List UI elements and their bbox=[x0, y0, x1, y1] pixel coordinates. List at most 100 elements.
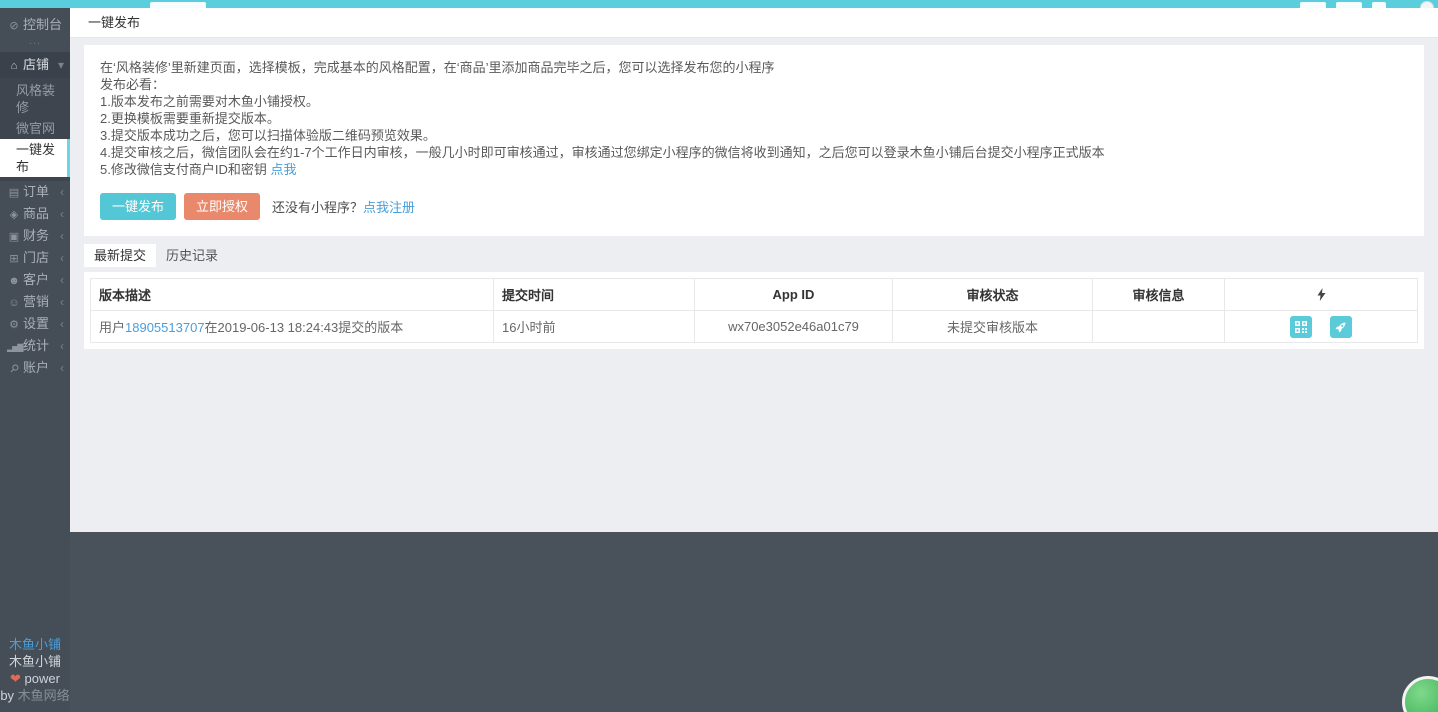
sidebar-dots: ... bbox=[28, 35, 42, 47]
breadcrumb: 一键发布 bbox=[70, 8, 1438, 38]
col-review-status: 审核状态 bbox=[892, 278, 1093, 311]
submit-time-cell: 16小时前 bbox=[493, 310, 695, 343]
sidebar-item-micro-site[interactable]: 微官网 bbox=[0, 118, 70, 139]
avatar[interactable] bbox=[1420, 1, 1434, 8]
shop-submenu: 风格装修 微官网 一键发布 bbox=[0, 78, 70, 181]
lightning-icon bbox=[1317, 288, 1325, 301]
sidebar-item-orders[interactable]: ▤ 订单 ‹ bbox=[0, 181, 70, 203]
desc-suffix: 在2019-06-13 18:24:43提交的版本 bbox=[204, 320, 404, 335]
sidebar-item-statistics[interactable]: ▂▅▇统计 ‹ bbox=[0, 335, 70, 357]
sidebar-item-label: 商品 bbox=[23, 206, 50, 221]
col-submit-time: 提交时间 bbox=[493, 278, 695, 311]
intro-text: 在‘风格装修’里新建页面，选择模板，完成基本的风格配置，在‘商品’里添加商品完毕… bbox=[100, 60, 775, 75]
sidebar-item-label: 设置 bbox=[23, 316, 50, 331]
register-link[interactable]: 点我注册 bbox=[363, 197, 415, 216]
power-text: power bbox=[24, 671, 60, 686]
modify-merchant-link[interactable]: 点我 bbox=[270, 162, 296, 177]
no-app-text: 还没有小程序？ bbox=[272, 199, 364, 215]
chevron-left-icon: ‹ bbox=[60, 185, 64, 199]
sidebar-item-label: 客户 bbox=[23, 272, 50, 287]
col-actions bbox=[1224, 278, 1418, 311]
sidebar-item-account[interactable]: ⚲ 账户 ‹ bbox=[0, 357, 70, 379]
chevron-left-icon: ‹ bbox=[60, 361, 64, 375]
tab-latest-submission[interactable]: 最新提交 bbox=[84, 244, 157, 267]
sidebar-item-customers[interactable]: ☻ 客户 ‹ bbox=[0, 269, 70, 291]
sidebar: ⊘ 控制台 ... ⌂ 店铺 ▾ 风格装修 微官网 一键发布 ▤ 订单 ‹ ◈ 商品 ‹ ▣… bbox=[0, 8, 70, 712]
basket-icon: ⌂ bbox=[10, 60, 18, 72]
sidebar-item-console[interactable]: ⊘ 控制台 bbox=[0, 14, 70, 36]
sidebar-item-label: 订单 bbox=[23, 184, 50, 199]
finance-icon: ▣ bbox=[8, 231, 20, 243]
button-row: 一键发布 立即授权 还没有小程序？ 点我注册 bbox=[100, 192, 1408, 220]
app-id-cell: wx70e3052e46a01c79 bbox=[694, 310, 893, 343]
sub-item-label: 微官网 bbox=[16, 121, 56, 136]
top-bar bbox=[0, 0, 1438, 8]
publish-info-card: 在‘风格装修’里新建页面，选择模板，完成基本的风格配置，在‘商品’里添加商品完毕… bbox=[84, 45, 1424, 236]
group-icon: ☺ bbox=[8, 297, 20, 309]
brand-text: 木鱼小铺 bbox=[8, 654, 61, 669]
sidebar-item-label: 财务 bbox=[23, 228, 50, 243]
table-row: 用户18905513707在2019-06-13 18:24:43提交的版本 1… bbox=[90, 310, 1418, 343]
col-version-desc: 版本描述 bbox=[90, 278, 494, 311]
topbar-menu-fragment[interactable] bbox=[1300, 2, 1326, 8]
sidebar-item-marketing[interactable]: ☺ 营销 ‹ bbox=[0, 291, 70, 313]
by-text: by bbox=[0, 688, 15, 703]
col-app-id: App ID bbox=[694, 278, 893, 311]
actions-cell bbox=[1224, 310, 1418, 343]
instruction-item: 3.提交版本成功之后，您可以扫描体验版二维码预览效果。 bbox=[100, 128, 436, 143]
orders-icon: ▤ bbox=[8, 187, 20, 199]
page-title: 一键发布 bbox=[88, 15, 141, 30]
notice-title: 发布必看： bbox=[100, 77, 166, 92]
sidebar-item-style-decor[interactable]: 风格装修 bbox=[0, 80, 70, 118]
sidebar-item-one-click-publish[interactable]: 一键发布 bbox=[0, 139, 70, 177]
review-status-cell: 未提交审核版本 bbox=[892, 310, 1093, 343]
chevron-left-icon: ‹ bbox=[60, 207, 64, 221]
qr-code-icon bbox=[1295, 321, 1308, 334]
heart-icon: ❤ bbox=[10, 671, 21, 686]
sidebar-item-label: 控制台 bbox=[23, 17, 63, 32]
topbar-menu-fragment[interactable] bbox=[1336, 2, 1362, 8]
chevron-down-icon: ▾ bbox=[57, 58, 64, 72]
qr-code-button[interactable] bbox=[1290, 315, 1313, 338]
topbar-star-icon[interactable] bbox=[1372, 2, 1386, 8]
sidebar-item-shop[interactable]: ⌂ 店铺 ▾ bbox=[0, 52, 70, 78]
sub-item-label: 一键发布 bbox=[16, 142, 56, 174]
chevron-left-icon: ‹ bbox=[60, 317, 64, 331]
users-icon: ☻ bbox=[8, 275, 20, 287]
company-text: 木鱼网络 bbox=[17, 688, 70, 703]
sidebar-item-stores[interactable]: ⊞ 门店 ‹ bbox=[0, 247, 70, 269]
submission-table-card: 版本描述 提交时间 App ID 审核状态 审核信息 用户18905513707… bbox=[84, 272, 1424, 349]
sidebar-item-finance[interactable]: ▣ 财务 ‹ bbox=[0, 225, 70, 247]
instruction-item: 5.修改微信支付商户ID和密钥 点我 bbox=[100, 161, 1408, 178]
sidebar-footer: 木鱼小铺 木鱼小铺 ❤ power by 木鱼网络 bbox=[0, 636, 70, 704]
instruction-item: 2.更换模板需要重新提交版本。 bbox=[100, 111, 280, 126]
topbar-brand-fragment bbox=[150, 2, 206, 8]
sidebar-item-products[interactable]: ◈ 商品 ‹ bbox=[0, 203, 70, 225]
instruction-item: 1.版本发布之前需要对木鱼小铺授权。 bbox=[100, 94, 319, 109]
submission-table: 版本描述 提交时间 App ID 审核状态 审核信息 用户18905513707… bbox=[90, 278, 1418, 343]
table-header-row: 版本描述 提交时间 App ID 审核状态 审核信息 bbox=[90, 278, 1418, 311]
sub-item-label: 风格装修 bbox=[16, 83, 56, 115]
sidebar-item-settings[interactable]: ⚙ 设置 ‹ bbox=[0, 313, 70, 335]
sidebar-item-label: 门店 bbox=[23, 250, 50, 265]
user-phone-link[interactable]: 18905513707 bbox=[125, 320, 205, 335]
chevron-left-icon: ‹ bbox=[60, 251, 64, 265]
instruction-item-text: 5.修改微信支付商户ID和密钥 bbox=[100, 162, 267, 177]
tab-history[interactable]: 历史记录 bbox=[156, 244, 228, 267]
rocket-button[interactable] bbox=[1329, 315, 1352, 338]
dashboard-icon: ⊘ bbox=[9, 20, 19, 32]
authorize-now-button[interactable]: 立即授权 bbox=[184, 192, 261, 220]
sidebar-item-label: 账户 bbox=[23, 360, 50, 375]
desc-prefix: 用户 bbox=[99, 320, 126, 335]
sidebar-item-label: 店铺 bbox=[23, 57, 50, 72]
instruction-item: 4.提交审核之后，微信团队会在约1-7个工作日内审核，一般几小时即可审核通过，审… bbox=[100, 145, 1105, 160]
main-content: 一键发布 在‘风格装修’里新建页面，选择模板，完成基本的风格配置，在‘商品’里添… bbox=[70, 8, 1438, 532]
brand-link[interactable]: 木鱼小铺 bbox=[9, 637, 61, 652]
chevron-left-icon: ‹ bbox=[60, 273, 64, 287]
chevron-left-icon: ‹ bbox=[60, 339, 64, 353]
version-desc-cell: 用户18905513707在2019-06-13 18:24:43提交的版本 bbox=[90, 310, 494, 343]
submission-tabs: 最新提交 历史记录 bbox=[84, 244, 1424, 267]
chevron-left-icon: ‹ bbox=[60, 295, 64, 309]
review-info-cell bbox=[1092, 310, 1225, 343]
one-click-publish-button[interactable]: 一键发布 bbox=[100, 192, 177, 220]
